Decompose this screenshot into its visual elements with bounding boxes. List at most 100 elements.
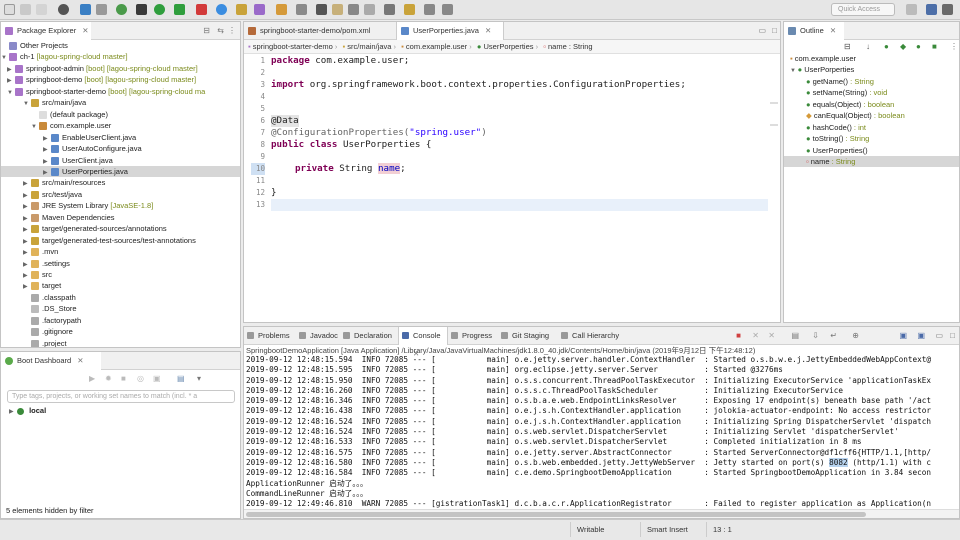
new-package-icon[interactable] [236,4,247,15]
tree-item-file-gitignore[interactable]: .gitignore [1,326,240,337]
clear-console-icon[interactable]: ▤ [791,331,799,340]
outline-item-method-equals[interactable]: ● equals(Object) : boolean [784,99,959,110]
save-icon[interactable] [20,4,31,15]
debug-icon[interactable] [136,4,147,15]
view-menu-icon[interactable]: ⋮ [950,42,958,51]
tab-progress[interactable]: Progress [448,327,498,345]
tree-item-src-main-resources[interactable]: ▶ src/main/resources [1,177,240,188]
hide-fields-icon[interactable]: ● [884,42,889,51]
filter-icon[interactable]: ▤ [177,374,185,383]
maximize-icon[interactable]: □ [950,331,955,340]
back-icon[interactable] [424,4,435,15]
console-scrollbar[interactable] [244,509,959,518]
close-icon[interactable]: ✕ [485,26,491,35]
tree-item-src-main-java[interactable]: ▼ src/main/java [1,97,240,108]
console-icon[interactable]: ▣ [153,374,161,383]
debug-perspective-icon[interactable] [942,4,953,15]
collapse-all-icon[interactable]: ⊟ [844,42,851,51]
tree-item-maven-dependencies[interactable]: ▶ Maven Dependencies [1,212,240,223]
outline-item-method-canequal[interactable]: ◆ canEqual(Object) : boolean [784,110,959,121]
new-server-icon[interactable] [216,4,227,15]
outline-item-method-getname[interactable]: ● getName() : String [784,76,959,87]
coverage-icon[interactable] [174,4,185,15]
code-area[interactable]: package com.example.user; import org.spr… [271,55,768,322]
tree-item-generated-test-sources[interactable]: ▶ target/generated-test-sources/test-anno… [1,235,240,246]
highlight-icon[interactable] [332,4,343,15]
terminate-icon[interactable]: ■ [736,331,741,340]
outline-item-package[interactable]: ▪ com.example.user [784,53,959,64]
remove-all-icon[interactable]: ✕ [768,331,775,340]
overview-marker[interactable] [770,124,778,126]
tab-boot-dashboard[interactable]: Boot Dashboard ✕ [1,352,101,370]
minimize-icon[interactable]: ▭ [758,26,766,35]
hide-static-icon[interactable]: ◆ [900,42,906,51]
collapse-all-icon[interactable]: ⊟ [203,26,210,35]
boot-dashboard-filter-input[interactable]: Type tags, projects, or working set name… [7,390,235,403]
tree-item-file-userclient[interactable]: ▶ UserClient.java [1,155,240,166]
pin-console-icon[interactable]: ⊕ [852,331,859,340]
tree-item-package-com-example-user[interactable]: ▼ com.example.user [1,120,240,131]
skip-breakpoints-icon[interactable] [96,4,107,15]
tree-item-project-springboot-admin[interactable]: ▶ springboot-admin [boot] [lagou-spring-c… [1,63,240,74]
quick-access-input[interactable]: Quick Access [831,3,895,16]
close-icon[interactable]: ✕ [82,26,88,35]
tree-item-folder-mvn[interactable]: ▶ .mvn [1,246,240,257]
maximize-icon[interactable]: □ [772,26,777,35]
console-scrollbar-thumb[interactable] [246,512,866,517]
tree-item-src-test-java[interactable]: ▶ src/test/java [1,189,240,200]
tab-git-staging[interactable]: Git Staging [498,327,558,345]
view-menu-icon[interactable]: ⋮ [228,26,236,35]
stop-icon[interactable] [196,4,207,15]
outline-item-method-tostring[interactable]: ● toString() : String [784,133,959,144]
tree-item-file-classpath[interactable]: .classpath [1,292,240,303]
run-icon[interactable] [154,4,165,15]
tree-item-project-springboot-demo[interactable]: ▶ springboot-demo [boot] [lagou-spring-cl… [1,74,240,85]
tree-item-project-springboot-starter-demo[interactable]: ▼ springboot-starter-demo [boot] [lagou-s… [1,86,240,97]
remove-launch-icon[interactable]: ✕ [752,331,759,340]
display-console-icon[interactable]: ▣ [899,331,907,340]
search-icon[interactable] [296,4,307,15]
outline-item-method-hashcode[interactable]: ● hashCode() : int [784,122,959,133]
tree-item-file-userporperties[interactable]: ▶ UserPorperties.java [1,165,240,177]
forward-icon[interactable] [442,4,453,15]
debug-icon[interactable]: ✹ [105,374,112,383]
close-icon[interactable]: ✕ [77,356,83,365]
breadcrumb-project[interactable]: springboot-starter-demo [253,42,333,51]
breadcrumb-class[interactable]: UserPorperties [484,42,534,51]
console-output[interactable]: 2019-09-12 12:48:15.594 INFO 72085 --- [… [246,355,959,518]
expand-toggle-icon[interactable]: ▼ [790,68,798,74]
view-menu-icon[interactable]: ▾ [197,374,201,383]
tab-package-explorer[interactable]: Package Explorer ✕ [1,22,91,40]
tab-pom-xml[interactable]: springboot-starter-demo/pom.xml [244,22,394,40]
minimize-icon[interactable]: ▭ [935,331,943,340]
block-selection-icon[interactable] [348,4,359,15]
save-all-icon[interactable] [36,4,47,15]
sort-icon[interactable]: ↓ [866,42,870,51]
breadcrumb-field[interactable]: name : String [548,42,593,51]
word-wrap-icon[interactable]: ↵ [830,331,837,340]
open-type-icon[interactable] [276,4,287,15]
tree-item-file-ds-store[interactable]: .DS_Store [1,303,240,314]
next-annotation-icon[interactable] [384,4,395,15]
tab-outline[interactable]: Outline ✕ [784,22,844,40]
link-editor-icon[interactable]: ⇆ [217,26,224,35]
tree-item-generated-sources[interactable]: ▶ target/generated-sources/annotations [1,223,240,234]
open-browser-icon[interactable]: ◎ [137,374,144,383]
breadcrumb-source-folder[interactable]: src/main/java [347,42,391,51]
outline-item-method-setname[interactable]: ● setName(String) : void [784,87,959,98]
tree-item-folder-settings[interactable]: ▶ .settings [1,258,240,269]
spring-icon[interactable] [116,4,127,15]
outline-item-constructor[interactable]: ● UserPorperties() [784,145,959,156]
tab-declaration[interactable]: Declaration [340,327,398,345]
start-icon[interactable]: ▶ [89,374,95,383]
tab-call-hierarchy[interactable]: Call Hierarchy [558,327,626,345]
tab-console[interactable]: Console ✕ [398,327,448,358]
tree-item-file-userautoconfigure[interactable]: ▶ UserAutoConfigure.java [1,143,240,154]
outline-item-field-name[interactable]: ▫ name : String [784,156,959,168]
tree-item-project-ch-1[interactable]: ▼ ch-1 [lagou-spring-cloud master] [1,51,240,62]
local-target[interactable]: ▶ local [9,405,46,416]
new-class-icon[interactable] [254,4,265,15]
hide-local-types-icon[interactable]: ■ [932,42,937,51]
overview-marker[interactable] [770,102,778,104]
perspective-open-icon[interactable] [906,4,917,15]
